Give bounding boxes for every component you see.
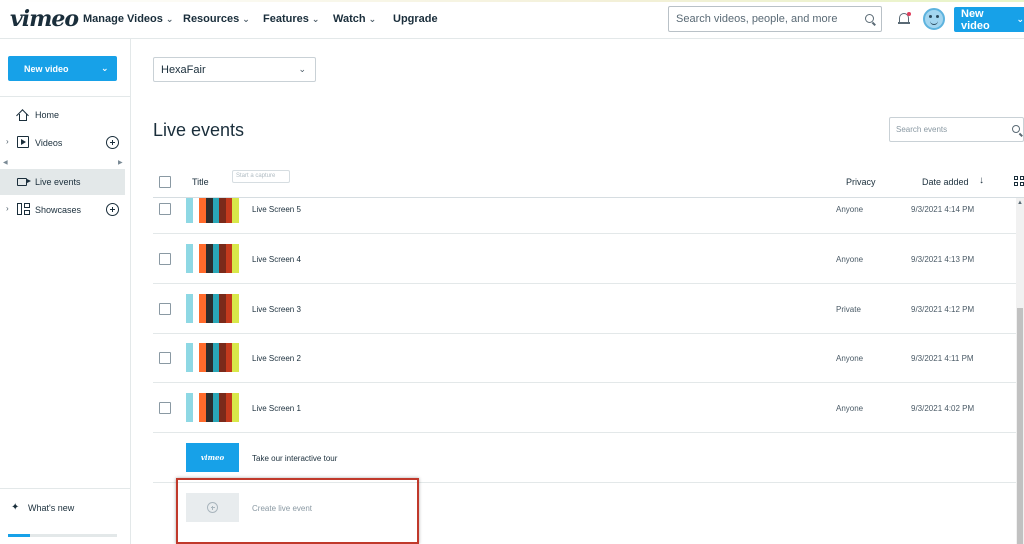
chevron-down-icon: ⌄ (242, 14, 250, 24)
start-capture-tooltip: Start a capture (232, 170, 290, 183)
chevron-down-icon: ⌄ (101, 63, 109, 73)
event-privacy: Private (836, 305, 861, 314)
row-checkbox[interactable] (159, 203, 171, 215)
notification-dot (907, 12, 911, 16)
event-date: 9/3/2021 4:14 PM (911, 205, 975, 214)
create-live-event-label[interactable]: Create live event (252, 504, 312, 513)
scroll-up-icon[interactable]: ▲ (1017, 200, 1023, 206)
add-showcase-icon[interactable] (106, 203, 119, 216)
bell-icon[interactable] (898, 12, 911, 26)
row-checkbox[interactable] (159, 303, 171, 315)
table-row[interactable]: Live Screen 3 Private 9/3/2021 4:12 PM (153, 284, 1016, 334)
row-checkbox[interactable] (159, 352, 171, 364)
event-thumbnail[interactable] (186, 294, 239, 323)
event-date: 9/3/2021 4:11 PM (911, 354, 974, 363)
tour-thumbnail: vimeo (186, 443, 239, 472)
global-search-input[interactable] (669, 7, 859, 31)
top-accent-line (0, 0, 1024, 2)
videos-icon (17, 136, 29, 148)
chevron-right-icon[interactable]: › (6, 137, 9, 146)
event-thumbnail[interactable] (186, 343, 239, 372)
storage-progress-fill (8, 534, 30, 537)
sort-down-icon[interactable]: ↓ (979, 175, 984, 186)
tour-row[interactable]: vimeo Take our interactive tour (153, 433, 1016, 483)
event-date: 9/3/2021 4:12 PM (911, 305, 975, 314)
whats-new-link[interactable]: ✦ What's new (0, 488, 131, 528)
event-privacy: Anyone (836, 354, 864, 363)
column-title[interactable]: Title (192, 177, 209, 187)
grid-view-icon[interactable] (1014, 176, 1024, 186)
storage-progress-bar (8, 534, 117, 537)
nav-watch[interactable]: Watch ⌄ (333, 13, 376, 25)
new-video-button[interactable]: New video ⌄ (954, 7, 1024, 32)
events-search-input[interactable] (890, 118, 1005, 141)
add-video-icon[interactable] (106, 136, 119, 149)
scrollbar-thumb[interactable] (1017, 308, 1023, 544)
avatar[interactable] (923, 8, 945, 30)
sidebar-item-showcases[interactable]: › Showcases (0, 197, 125, 223)
tour-label[interactable]: Take our interactive tour (252, 454, 337, 463)
row-checkbox[interactable] (159, 253, 171, 265)
nav-upgrade[interactable]: Upgrade (393, 13, 438, 25)
sidebar-horizontal-scroll[interactable]: ◀ ▶ (0, 157, 125, 167)
nav-manage-videos[interactable]: Manage Videos ⌄ (83, 13, 173, 25)
column-date-added[interactable]: Date added (922, 177, 969, 187)
event-title[interactable]: Live Screen 4 (252, 255, 301, 264)
sparkle-icon: ✦ (11, 502, 20, 513)
events-search (889, 117, 1024, 142)
event-title[interactable]: Live Screen 1 (252, 404, 301, 413)
sidebar-new-video-button[interactable]: New video ⌄ (8, 56, 117, 81)
team-select[interactable]: HexaFair ⌄ (153, 57, 316, 82)
table-row[interactable]: Live Screen 1 Anyone 9/3/2021 4:02 PM (153, 383, 1016, 433)
vertical-scrollbar[interactable]: ▲ (1016, 198, 1024, 544)
table-header: Title Start a capture Privacy Date added… (153, 167, 1024, 198)
search-icon[interactable] (1012, 125, 1020, 133)
global-search (668, 6, 882, 32)
row-checkbox[interactable] (159, 402, 171, 414)
event-date: 9/3/2021 4:02 PM (911, 404, 975, 413)
event-privacy: Anyone (836, 205, 864, 214)
plus-circle-icon (207, 502, 218, 513)
event-title[interactable]: Live Screen 3 (252, 305, 301, 314)
chevron-down-icon: ⌄ (298, 64, 306, 74)
sidebar-item-live-events[interactable]: Live events (0, 169, 125, 195)
sidebar-item-videos[interactable]: › Videos (0, 130, 125, 156)
home-icon (16, 109, 29, 122)
chevron-right-icon[interactable]: › (6, 204, 9, 213)
chevron-down-icon: ⌄ (165, 14, 174, 24)
scroll-left-icon[interactable]: ◀ (3, 159, 8, 166)
chevron-down-icon: ⌄ (311, 14, 320, 24)
column-privacy[interactable]: Privacy (846, 177, 876, 187)
event-title[interactable]: Live Screen 5 (252, 205, 301, 214)
event-thumbnail[interactable] (186, 244, 239, 273)
event-title[interactable]: Live Screen 2 (252, 354, 301, 363)
top-bar: vimeo Manage Videos ⌄ Resources ⌄ Features… (0, 0, 1024, 39)
showcase-icon (17, 203, 30, 215)
sidebar-divider (0, 96, 131, 97)
event-privacy: Anyone (836, 255, 864, 264)
sidebar-item-home[interactable]: Home (0, 102, 125, 128)
chevron-down-icon: ⌄ (368, 14, 377, 24)
event-thumbnail[interactable] (186, 198, 239, 223)
event-date: 9/3/2021 4:13 PM (911, 255, 975, 264)
nav-resources[interactable]: Resources ⌄ (183, 13, 250, 25)
nav-features[interactable]: Features ⌄ (263, 13, 319, 25)
select-all-checkbox[interactable] (159, 176, 171, 188)
create-live-event-row[interactable]: Create live event (153, 483, 1016, 533)
scroll-right-icon[interactable]: ▶ (118, 159, 123, 166)
create-event-thumbnail[interactable] (186, 493, 239, 522)
table-row[interactable]: Live Screen 4 Anyone 9/3/2021 4:13 PM (153, 234, 1016, 284)
event-thumbnail[interactable] (186, 393, 239, 422)
vimeo-logo[interactable]: vimeo (10, 6, 79, 32)
chevron-down-icon: ⌄ (1016, 14, 1024, 24)
search-icon[interactable] (865, 14, 874, 23)
event-privacy: Anyone (836, 404, 864, 413)
page-title: Live events (153, 120, 245, 140)
table-row[interactable]: Live Screen 2 Anyone 9/3/2021 4:11 PM (153, 333, 1016, 383)
camera-icon (17, 178, 31, 186)
